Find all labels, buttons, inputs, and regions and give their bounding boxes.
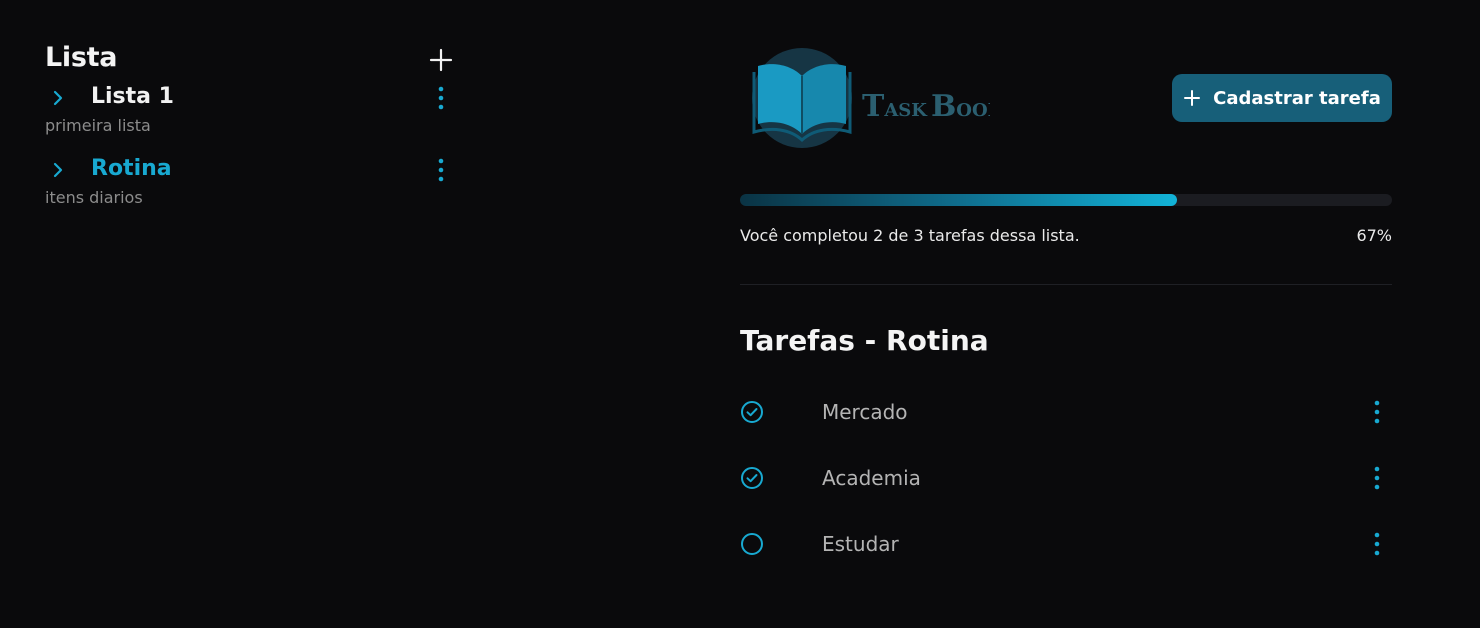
sidebar-title: Lista — [45, 42, 118, 73]
taskbook-logo: TASKBOOK — [752, 48, 990, 148]
kebab-icon[interactable] — [429, 84, 453, 112]
svg-text:TASKBOOK: TASKBOOK — [862, 89, 990, 124]
task-row: Academia — [740, 452, 1392, 518]
task-list: Mercado Academia Estudar — [740, 386, 1392, 584]
divider — [740, 284, 1392, 285]
chevron-right-icon — [53, 162, 63, 178]
chevron-right-icon — [53, 90, 63, 106]
task-row: Estudar — [740, 518, 1392, 584]
plus-icon — [429, 48, 453, 72]
task-label: Estudar — [822, 532, 899, 556]
task-label: Mercado — [822, 400, 908, 424]
tasks-title: Tarefas - Rotina — [740, 324, 989, 357]
list-item-description: itens diarios — [45, 188, 143, 207]
check-circle-icon[interactable] — [740, 466, 764, 490]
task-row: Mercado — [740, 386, 1392, 452]
sidebar-item-rotina[interactable]: Rotina itens diarios — [45, 152, 465, 224]
check-circle-icon[interactable] — [740, 400, 764, 424]
sidebar-header: Lista — [45, 40, 465, 80]
progress-percent: 67% — [1356, 226, 1392, 245]
add-list-button[interactable] — [426, 45, 456, 75]
add-task-button[interactable]: Cadastrar tarefa — [1172, 74, 1392, 122]
list-item-name: Rotina — [91, 156, 172, 181]
kebab-icon[interactable] — [1365, 464, 1389, 492]
app: Lista Lista 1 primeira lista Rotina iten… — [0, 0, 1480, 628]
kebab-icon[interactable] — [429, 156, 453, 184]
empty-circle-icon[interactable] — [740, 532, 764, 556]
progress-bar — [740, 194, 1392, 206]
kebab-icon[interactable] — [1365, 530, 1389, 558]
list-item-description: primeira lista — [45, 116, 151, 135]
progress-text: Você completou 2 de 3 tarefas dessa list… — [740, 226, 1080, 245]
sidebar: Lista Lista 1 primeira lista Rotina iten… — [45, 40, 465, 224]
plus-icon — [1184, 90, 1201, 106]
sidebar-item-lista-1[interactable]: Lista 1 primeira lista — [45, 80, 465, 152]
add-task-button-label: Cadastrar tarefa — [1213, 87, 1381, 109]
kebab-icon[interactable] — [1365, 398, 1389, 426]
progress-bar-fill — [740, 194, 1177, 206]
task-label: Academia — [822, 466, 921, 490]
list-item-name: Lista 1 — [91, 84, 174, 109]
